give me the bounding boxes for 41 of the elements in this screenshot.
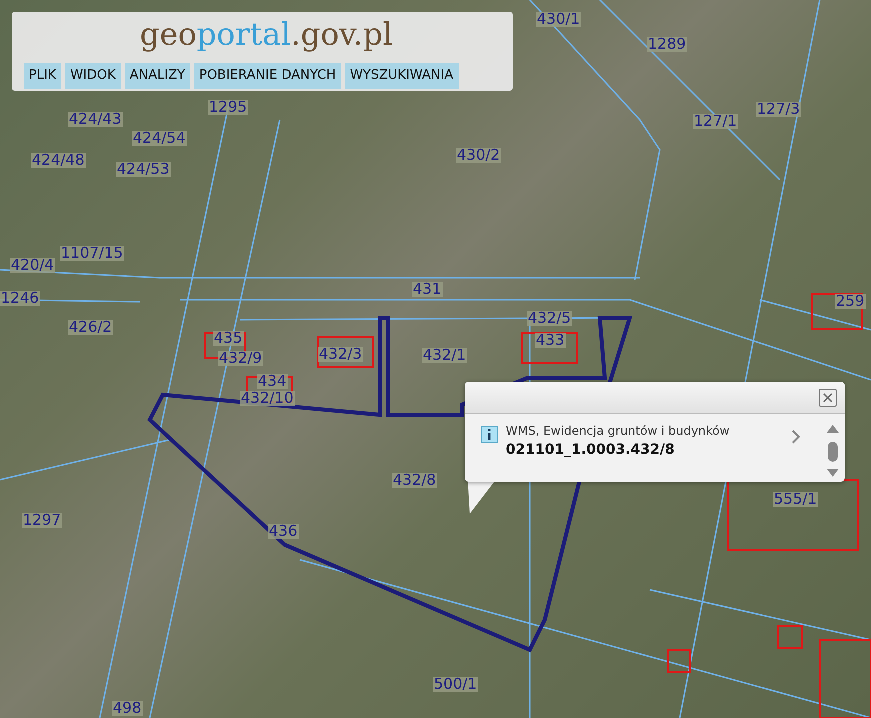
parcel-number-label: 555/1 [773, 492, 818, 507]
parcel-number-label: 433 [535, 333, 566, 348]
parcel-number-label: 432/8 [392, 473, 438, 488]
parcel-number-label: 434 [257, 374, 288, 389]
parcel-number-label: 432/5 [527, 311, 572, 326]
parcel-number-label: 424/43 [68, 112, 123, 127]
parcel-number-label: 436 [268, 524, 299, 539]
parcel-number-label: 424/54 [132, 131, 187, 146]
parcel-number-label: 498 [112, 701, 143, 716]
parcel-number-label: 259 [835, 294, 866, 309]
parcel-number-label: 127/1 [693, 114, 738, 129]
close-button[interactable] [819, 388, 837, 406]
parcel-number-label: 1246 [0, 291, 40, 306]
parcel-number-label: 432/10 [240, 391, 295, 406]
parcel-number-label: 1297 [22, 513, 62, 528]
info-icon [481, 426, 498, 443]
parcel-number-label: 1295 [208, 100, 248, 115]
parcel-number-label: 432/9 [218, 351, 264, 366]
parcel-number-label: 432/1 [422, 348, 468, 363]
parcel-number-label: 432/3 [318, 347, 364, 362]
parcel-number-label: 430/1 [536, 12, 582, 27]
chevron-right-icon[interactable] [791, 430, 801, 444]
layer-source-text: WMS, Ewidencja gruntów i budynków [506, 423, 731, 440]
menu-button[interactable]: WYSZUKIWANIA [345, 63, 459, 88]
parcel-number-label: 420/4 [10, 258, 56, 273]
parcel-number-label: 426/2 [68, 320, 114, 335]
parcel-number-label: 500/1 [433, 677, 478, 692]
menu-button[interactable]: WIDOK [65, 63, 121, 88]
menu-button[interactable]: ANALIZY [124, 63, 190, 88]
parcel-number-label: 431 [412, 282, 443, 297]
parcel-number-label: 424/48 [31, 153, 86, 168]
menu-button[interactable]: PLIK [24, 63, 62, 88]
menu-button[interactable]: POBIERANIE DANYCH [194, 63, 342, 88]
parcel-identifier: 021101_1.0003.432/8 [506, 441, 676, 460]
parcel-number-label: 127/3 [756, 102, 802, 117]
logo[interactable]: geoportal.gov.pl [140, 20, 513, 51]
parcel-number-label: 1289 [647, 37, 688, 52]
parcel-number-label: 1107/15 [60, 246, 124, 261]
parcel-number-label: 430/2 [456, 148, 502, 163]
parcel-number-label: 424/53 [116, 162, 171, 177]
parcel-number-label: 435 [213, 331, 244, 346]
